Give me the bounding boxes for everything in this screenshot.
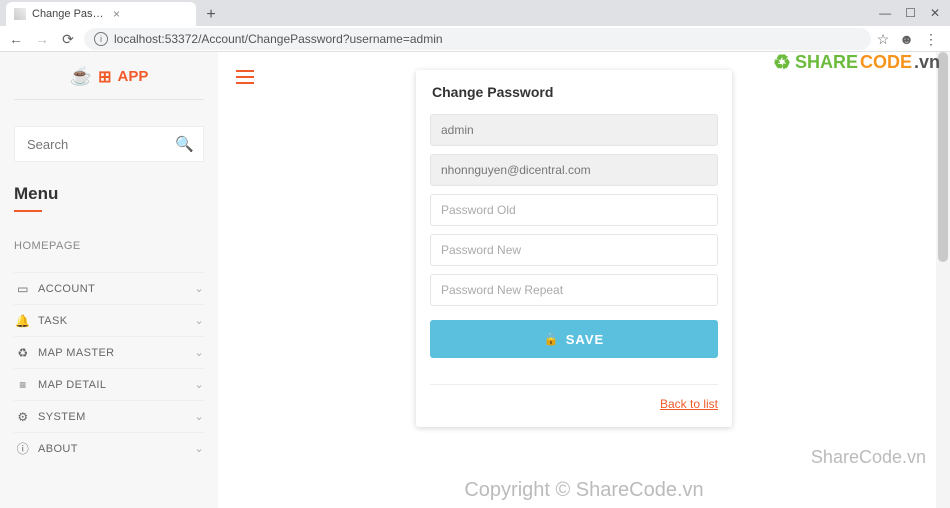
sidebar-item-account[interactable]: ▭ ACCOUNT ⌄ (14, 272, 204, 304)
card-footer: Back to list (430, 384, 718, 413)
url-field[interactable]: i localhost:53372/Account/ChangePassword… (84, 28, 871, 50)
password-new-field[interactable] (430, 234, 718, 266)
sidebar-item-label: TASK (38, 315, 68, 327)
back-button[interactable]: ← (6, 29, 26, 49)
menu-underline (14, 210, 42, 212)
sidebar-item-label: MAP DETAIL (38, 379, 106, 391)
password-repeat-field[interactable] (430, 274, 718, 306)
app-name: APP (117, 68, 148, 85)
app-logo[interactable]: ☕ ⊞ APP (14, 66, 204, 100)
change-password-card: Change Password 🔒 SAVE Back to list (416, 70, 732, 427)
password-old-field[interactable] (430, 194, 718, 226)
close-window-icon[interactable]: ✕ (930, 6, 940, 20)
browser-chrome: Change Password Page - Custon × + — ☐ ✕ … (0, 0, 950, 52)
sidebar-item-task[interactable]: 🔔 TASK ⌄ (14, 304, 204, 336)
chevron-down-icon: ⌄ (194, 346, 204, 359)
gears-icon: ⚙ (14, 410, 32, 424)
chevron-down-icon: ⌄ (194, 378, 204, 391)
kebab-menu-icon[interactable]: ⋮ (924, 31, 938, 48)
recycle-logo-icon (773, 53, 793, 73)
address-bar: ← → ⟳ i localhost:53372/Account/ChangePa… (0, 26, 950, 52)
sidebar: ☕ ⊞ APP 🔍 Menu HOMEPAGE ▭ ACCOUNT ⌄ 🔔 TA… (0, 52, 218, 508)
forward-button[interactable]: → (32, 29, 52, 49)
hamburger-button[interactable] (236, 70, 254, 84)
bell-icon: 🔔 (14, 314, 32, 328)
sidebar-item-label: MAP MASTER (38, 347, 115, 359)
email-field (430, 154, 718, 186)
tab-close-icon[interactable]: × (113, 7, 188, 21)
star-icon[interactable]: ☆ (877, 31, 890, 48)
menu-heading: Menu (14, 184, 204, 204)
new-tab-button[interactable]: + (200, 4, 222, 26)
watermark-logo: SHARECODE.vn (773, 52, 940, 73)
reload-button[interactable]: ⟳ (58, 29, 78, 49)
lock-icon: 🔒 (544, 332, 560, 346)
grid-icon: ⊞ (98, 67, 111, 87)
list-icon: ≡ (14, 378, 32, 392)
site-info-icon[interactable]: i (94, 32, 108, 46)
sidebar-item-system[interactable]: ⚙ SYSTEM ⌄ (14, 400, 204, 432)
profile-icon[interactable]: ☻ (899, 31, 914, 47)
scrollbar-thumb[interactable] (938, 52, 948, 262)
sidebar-item-label: ACCOUNT (38, 283, 95, 295)
url-text: localhost:53372/Account/ChangePassword?u… (114, 32, 443, 46)
homepage-link[interactable]: HOMEPAGE (14, 240, 204, 252)
sidebar-item-label: SYSTEM (38, 411, 86, 423)
sidebar-item-map-master[interactable]: ♻ MAP MASTER ⌄ (14, 336, 204, 368)
main-content: Change Password 🔒 SAVE Back to list Shar… (218, 52, 950, 508)
username-field (430, 114, 718, 146)
chevron-down-icon: ⌄ (194, 410, 204, 423)
maximize-icon[interactable]: ☐ (905, 6, 916, 20)
watermark-side: ShareCode.vn (811, 447, 926, 468)
browser-tab[interactable]: Change Password Page - Custon × (6, 2, 196, 26)
card-title: Change Password (430, 84, 718, 100)
sidebar-item-about[interactable]: ⓘ ABOUT ⌄ (14, 432, 204, 464)
chevron-down-icon: ⌄ (194, 314, 204, 327)
sidebar-item-label: ABOUT (38, 443, 78, 455)
info-icon: ⓘ (14, 440, 32, 457)
save-label: SAVE (566, 332, 604, 347)
save-button[interactable]: 🔒 SAVE (430, 320, 718, 358)
chevron-down-icon: ⌄ (194, 282, 204, 295)
sidebar-item-map-detail[interactable]: ≡ MAP DETAIL ⌄ (14, 368, 204, 400)
watermark-center: Copyright © ShareCode.vn (464, 479, 703, 502)
recycle-icon: ♻ (14, 346, 32, 360)
back-to-list-link[interactable]: Back to list (660, 397, 718, 411)
tab-bar: Change Password Page - Custon × + — ☐ ✕ (0, 0, 950, 26)
search-icon[interactable]: 🔍 (175, 135, 194, 153)
card-icon: ▭ (14, 282, 32, 296)
minimize-icon[interactable]: — (879, 6, 891, 20)
search-wrap: 🔍 (14, 126, 204, 162)
scrollbar-track[interactable] (936, 52, 950, 508)
favicon-icon (14, 8, 26, 20)
window-controls: — ☐ ✕ (879, 6, 950, 26)
app-container: ☕ ⊞ APP 🔍 Menu HOMEPAGE ▭ ACCOUNT ⌄ 🔔 TA… (0, 52, 950, 508)
coffee-icon: ☕ (70, 66, 92, 87)
chevron-down-icon: ⌄ (194, 442, 204, 455)
tab-title: Change Password Page - Custon (32, 8, 107, 20)
